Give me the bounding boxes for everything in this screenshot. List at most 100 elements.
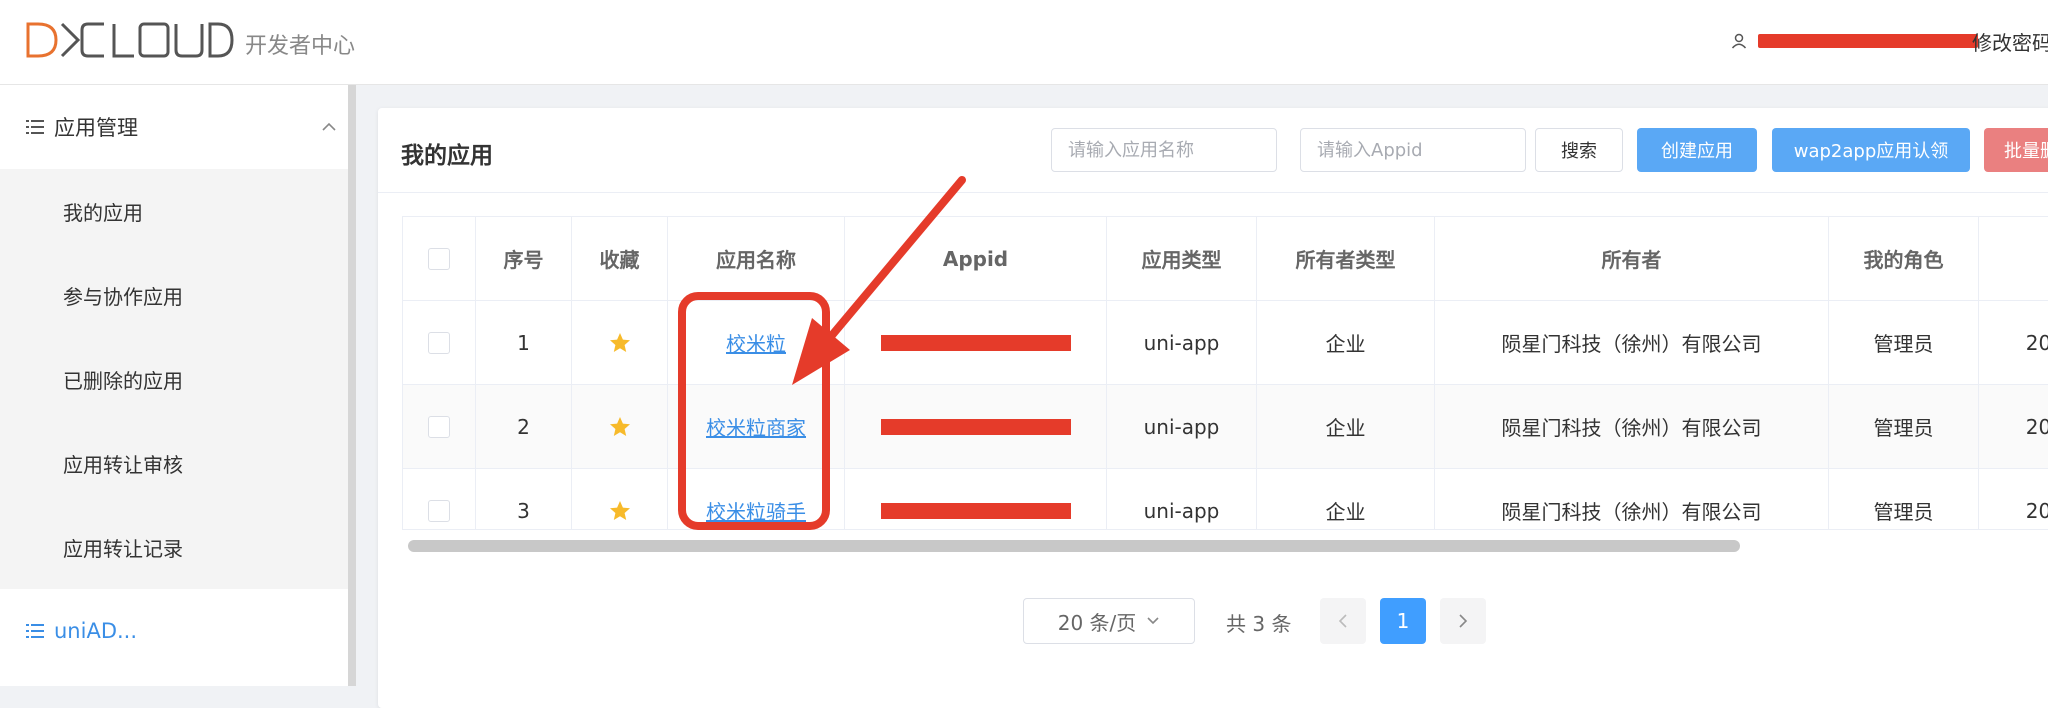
column-header[interactable]: 序号 — [476, 217, 572, 300]
sidebar-item-label: 我的应用 — [63, 200, 143, 225]
row-select-cell — [403, 469, 476, 529]
header-subtitle: 开发者中心 — [245, 34, 356, 59]
app-name-cell: 校米粒骑手 — [668, 469, 845, 529]
apps-table: 序号 收藏 应用名称 Appid 应用类型 所有者类型 所有者 我的角色 1 校… — [402, 216, 2048, 530]
sidebar-item-label: 应用转让记录 — [63, 536, 183, 561]
sidebar-item-deleted-apps[interactable]: 已删除的应用 — [0, 337, 348, 421]
table-row[interactable]: 2 校米粒商家 uni-app 企业 陨星门科技（徐州）有限公司 管理员 20 — [403, 385, 2048, 469]
page-number-button[interactable]: 1 — [1380, 598, 1426, 644]
sidebar-item-collab-apps[interactable]: 参与协作应用 — [0, 253, 348, 337]
app-name-link[interactable]: 校米粒商家 — [706, 412, 806, 441]
row-index: 3 — [476, 469, 572, 529]
favorite-cell — [572, 301, 668, 384]
app-name-cell: 校米粒 — [668, 301, 845, 384]
select-all-checkbox[interactable] — [428, 247, 450, 270]
owner: 陨星门科技（徐州）有限公司 — [1435, 469, 1829, 529]
sidebar-item-label: 参与协作应用 — [63, 284, 183, 309]
search-button[interactable]: 搜索 — [1535, 128, 1623, 172]
appid-redacted — [880, 334, 1071, 351]
column-header[interactable]: 应用名称 — [668, 217, 845, 300]
star-icon[interactable] — [608, 415, 632, 439]
chevron-left-icon — [1338, 614, 1347, 628]
column-header[interactable]: 应用类型 — [1107, 217, 1257, 300]
owner: 陨星门科技（徐州）有限公司 — [1435, 301, 1829, 384]
row-checkbox[interactable] — [428, 331, 450, 354]
sidebar-submenu: 我的应用 参与协作应用 已删除的应用 应用转让审核 应用转让记录 — [0, 169, 348, 589]
column-header[interactable]: 所有者类型 — [1257, 217, 1435, 300]
my-role: 管理员 — [1829, 469, 1979, 529]
sidebar-item-my-apps[interactable]: 我的应用 — [0, 169, 348, 253]
appid-cell — [845, 385, 1107, 468]
list-icon — [26, 624, 44, 638]
row-index: 2 — [476, 385, 572, 468]
user-menu[interactable] — [1730, 26, 1978, 56]
star-icon[interactable] — [608, 331, 632, 355]
row-select-cell — [403, 385, 476, 468]
prev-page-button[interactable] — [1320, 598, 1366, 644]
dcloud-logo-mark — [26, 22, 234, 58]
appid-cell — [845, 301, 1107, 384]
sidebar: 应用管理 我的应用 参与协作应用 已删除的应用 应用转让审核 应用转让记录 un… — [0, 85, 348, 686]
column-header[interactable] — [1979, 217, 2048, 300]
pagination-total: 共 3 条 — [1226, 612, 1292, 636]
search-app-name-input[interactable] — [1051, 128, 1277, 172]
sidebar-item-label: 已删除的应用 — [63, 368, 183, 393]
owner: 陨星门科技（徐州）有限公司 — [1435, 385, 1829, 468]
sidebar-item-uniad[interactable]: uniAD... — [0, 589, 348, 673]
appid-redacted — [880, 502, 1071, 519]
next-page-button[interactable] — [1440, 598, 1486, 644]
search-appid-input[interactable] — [1300, 128, 1526, 172]
table-header-row: 序号 收藏 应用名称 Appid 应用类型 所有者类型 所有者 我的角色 — [403, 217, 2048, 301]
owner-type: 企业 — [1257, 385, 1435, 468]
row-date: 20 — [1979, 301, 2048, 384]
table-row[interactable]: 3 校米粒骑手 uni-app 企业 陨星门科技（徐州）有限公司 管理员 20 — [403, 469, 2048, 529]
page-title: 我的应用 — [401, 143, 493, 169]
sidebar-item-transfer-records[interactable]: 应用转让记录 — [0, 505, 348, 589]
sidebar-group-label: 应用管理 — [54, 116, 138, 140]
star-icon[interactable] — [608, 499, 632, 523]
app-name-cell: 校米粒商家 — [668, 385, 845, 468]
app-name-link[interactable]: 校米粒骑手 — [706, 496, 806, 525]
row-checkbox[interactable] — [428, 415, 450, 438]
select-all-cell — [403, 217, 476, 300]
column-header[interactable]: 我的角色 — [1829, 217, 1979, 300]
page-size-select[interactable]: 20 条/页 — [1023, 598, 1195, 644]
favorite-cell — [572, 469, 668, 529]
user-icon — [1731, 33, 1747, 49]
dcloud-logo[interactable] — [26, 20, 234, 60]
sidebar-group-app-management[interactable]: 应用管理 — [0, 85, 348, 169]
app-type: uni-app — [1107, 301, 1257, 384]
wap2app-claim-button[interactable]: wap2app应用认领 — [1772, 128, 1970, 172]
my-role: 管理员 — [1829, 385, 1979, 468]
row-checkbox[interactable] — [428, 499, 450, 522]
app-type: uni-app — [1107, 385, 1257, 468]
table-horizontal-scrollbar[interactable] — [408, 540, 1740, 552]
change-password-link[interactable]: 修改密码 — [1972, 27, 2048, 56]
chevron-down-icon — [1147, 617, 1159, 625]
page-size-label: 20 条/页 — [1057, 610, 1137, 635]
owner-type: 企业 — [1257, 301, 1435, 384]
row-select-cell — [403, 301, 476, 384]
top-header: 开发者中心 修改密码 — [0, 0, 2048, 85]
username-redacted — [1758, 34, 1978, 48]
row-index: 1 — [476, 301, 572, 384]
my-role: 管理员 — [1829, 301, 1979, 384]
sidebar-scrollbar[interactable] — [348, 85, 356, 686]
column-header[interactable]: Appid — [845, 217, 1107, 300]
app-type: uni-app — [1107, 469, 1257, 529]
column-header[interactable]: 收藏 — [572, 217, 668, 300]
appid-redacted — [880, 418, 1071, 435]
owner-type: 企业 — [1257, 469, 1435, 529]
apps-card: 我的应用 搜索 创建应用 wap2app应用认领 批量删 序号 收藏 应用名称 … — [378, 108, 2048, 708]
table-row[interactable]: 1 校米粒 uni-app 企业 陨星门科技（徐州）有限公司 管理员 20 — [403, 301, 2048, 385]
sidebar-item-transfer-review[interactable]: 应用转让审核 — [0, 421, 348, 505]
row-date: 20 — [1979, 385, 2048, 468]
create-app-button[interactable]: 创建应用 — [1637, 128, 1757, 172]
app-name-link[interactable]: 校米粒 — [726, 328, 786, 357]
column-header[interactable]: 所有者 — [1435, 217, 1829, 300]
chevron-up-icon — [322, 122, 336, 131]
appid-cell — [845, 469, 1107, 529]
batch-delete-button[interactable]: 批量删 — [1984, 128, 2048, 172]
card-divider — [378, 192, 2048, 193]
sidebar-item-label: uniAD... — [54, 619, 138, 643]
